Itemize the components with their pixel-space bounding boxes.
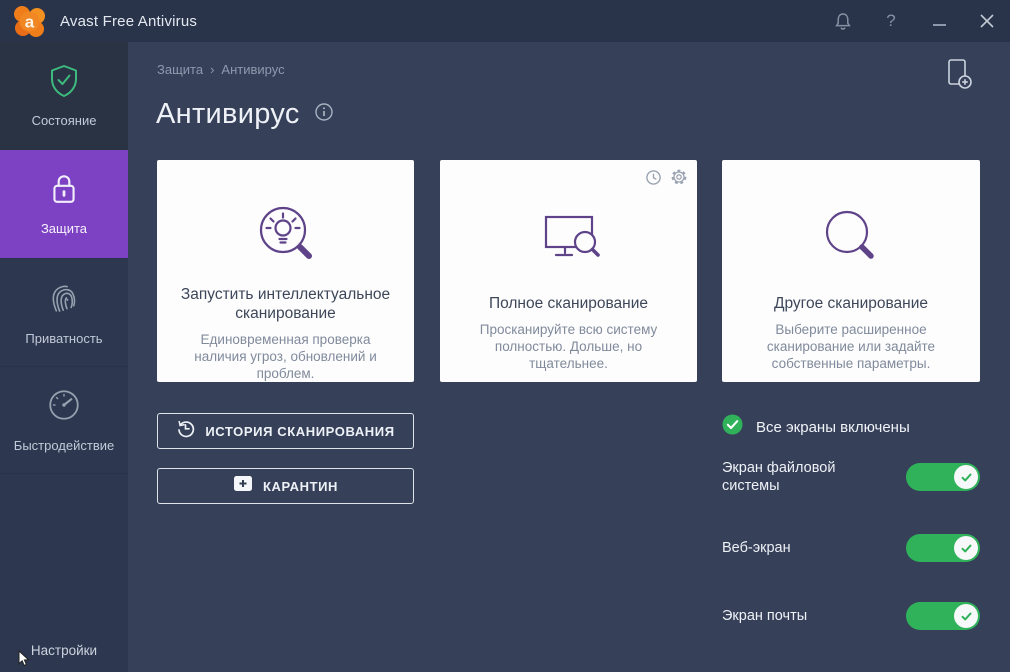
titlebar: a Avast Free Antivirus ?	[0, 0, 1010, 42]
question-glyph: ?	[886, 11, 896, 30]
sidebar-item-protection[interactable]: Защита	[0, 150, 128, 258]
page-title: Антивирус	[156, 98, 300, 130]
card-description: Просканируйте всю систему полностью. Дол…	[479, 322, 658, 371]
toggle-label: Экран файловой системы	[722, 460, 836, 494]
help-icon[interactable]: ?	[880, 10, 902, 32]
notifications-bell-icon[interactable]	[832, 10, 854, 32]
other-scan-card[interactable]: Другое сканирование Выберите расширенное…	[722, 160, 980, 382]
sidebar-item-label: Приватность	[25, 330, 103, 346]
fingerprint-icon	[46, 280, 82, 321]
shield-check-icon	[48, 64, 80, 103]
smart-scan-icon	[247, 186, 325, 285]
sidebar: Состояние Защита Приватность Быстродейст…	[0, 42, 128, 672]
toggle-knob	[954, 465, 978, 489]
card-title: Полное сканирование	[488, 295, 649, 312]
toggle-knob	[954, 604, 978, 628]
minimize-button[interactable]	[928, 10, 950, 32]
close-button[interactable]	[976, 10, 998, 32]
info-icon[interactable]	[314, 102, 334, 127]
file-shield-row: Экран файловой системы	[722, 458, 980, 518]
full-scan-card[interactable]: Полное сканирование Просканируйте всю си…	[440, 160, 697, 382]
history-icon	[176, 419, 195, 443]
button-label: КАРАНТИН	[262, 478, 339, 494]
other-scan-icon	[812, 186, 890, 294]
button-label: ИСТОРИЯ СКАНИРОВАНИЯ	[205, 423, 395, 439]
mouse-cursor	[18, 649, 31, 672]
add-device-icon[interactable]	[942, 56, 976, 97]
file-shield-toggle[interactable]	[906, 463, 980, 491]
sidebar-item-status[interactable]: Состояние	[0, 42, 128, 150]
breadcrumb-separator: ›	[210, 62, 215, 77]
mail-shield-row: Экран почты	[722, 597, 980, 657]
main-content: Защита › Антивирус Антивирус Запустить и…	[128, 42, 1010, 672]
smart-scan-card[interactable]: Запустить интеллектуальное сканирование …	[157, 160, 414, 382]
mail-shield-toggle[interactable]	[906, 602, 980, 630]
sidebar-item-label: Состояние	[31, 113, 97, 128]
card-description: Выберите расширенное сканирование или за…	[766, 322, 936, 371]
status-label: Все экраны включены	[756, 418, 910, 436]
avast-logo-icon: a	[10, 3, 48, 39]
web-shield-toggle[interactable]	[906, 534, 980, 562]
sidebar-item-performance[interactable]: Быстродействие	[0, 366, 128, 474]
settings-gear-icon[interactable]	[670, 168, 688, 186]
breadcrumb-parent[interactable]: Защита	[157, 62, 203, 77]
breadcrumb: Защита › Антивирус	[157, 62, 285, 77]
card-description: Единовременная проверка наличия угроз, о…	[194, 332, 377, 381]
check-circle-icon	[722, 414, 743, 440]
quarantine-button[interactable]: КАРАНТИН	[157, 468, 414, 504]
sidebar-item-privacy[interactable]: Приватность	[0, 258, 128, 366]
full-scan-icon	[530, 186, 608, 294]
card-title: Запустить интеллектуальное сканирование	[180, 286, 391, 322]
toggle-label: Экран почты	[722, 608, 808, 624]
scan-history-button[interactable]: ИСТОРИЯ СКАНИРОВАНИЯ	[157, 413, 414, 449]
lock-icon	[48, 172, 80, 211]
sidebar-item-label: Быстродействие	[13, 438, 115, 453]
app-title: Avast Free Antivirus	[60, 12, 198, 30]
quarantine-box-icon	[233, 474, 253, 498]
schedule-clock-icon[interactable]	[645, 168, 662, 186]
svg-text:a: a	[25, 13, 35, 32]
gauge-icon	[46, 387, 82, 428]
toggle-label: Веб-экран	[722, 540, 791, 556]
web-shield-row: Веб-экран	[722, 529, 980, 589]
card-title: Другое сканирование	[773, 295, 929, 312]
shields-status: Все экраны включены	[722, 414, 910, 440]
sidebar-item-label: Защита	[40, 221, 88, 236]
breadcrumb-current: Антивирус	[221, 62, 285, 77]
toggle-knob	[954, 536, 978, 560]
